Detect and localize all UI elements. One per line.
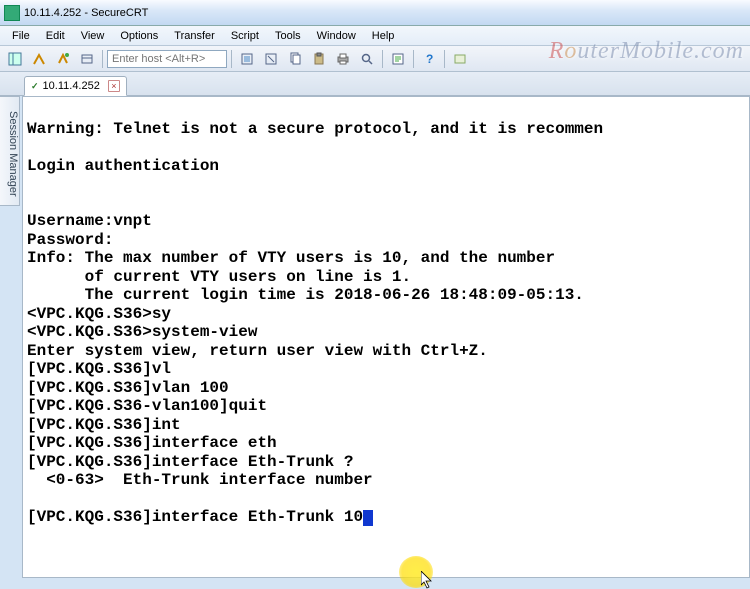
terminal-output[interactable]: Warning: Telnet is not a secure protocol… <box>23 97 749 531</box>
menubar: File Edit View Options Transfer Script T… <box>0 26 750 46</box>
copy-button[interactable] <box>284 49 306 69</box>
terminal-pane[interactable]: Warning: Telnet is not a secure protocol… <box>22 96 750 578</box>
paste-button[interactable] <box>308 49 330 69</box>
session-manager-button[interactable] <box>4 49 26 69</box>
menu-view[interactable]: View <box>73 28 113 44</box>
toggle-button[interactable] <box>449 49 471 69</box>
session-manager-sidebar[interactable]: Session Manager <box>0 96 20 206</box>
menu-tools[interactable]: Tools <box>267 28 309 44</box>
quick-connect-button[interactable] <box>52 49 74 69</box>
toolbar-separator <box>382 50 383 68</box>
find-button[interactable] <box>356 49 378 69</box>
menu-file[interactable]: File <box>4 28 38 44</box>
tab-label: 10.11.4.252 <box>43 80 100 92</box>
window-title: 10.11.4.252 - SecureCRT <box>24 7 148 19</box>
toolbar-separator <box>444 50 445 68</box>
terminal-cursor <box>363 510 373 526</box>
menu-edit[interactable]: Edit <box>38 28 73 44</box>
connect-button[interactable] <box>28 49 50 69</box>
host-input[interactable] <box>107 50 227 68</box>
app-icon <box>4 5 20 21</box>
connect-bar-button[interactable] <box>76 49 98 69</box>
svg-text:?: ? <box>426 52 433 66</box>
window-titlebar: 10.11.4.252 - SecureCRT <box>0 0 750 26</box>
cursor-highlight-icon <box>399 556 433 588</box>
session-tab[interactable]: ✓ 10.11.4.252 × <box>24 76 127 96</box>
toolbar: ? <box>0 46 750 72</box>
toolbar-separator <box>102 50 103 68</box>
tabbar: ✓ 10.11.4.252 × <box>0 72 750 96</box>
toolbar-separator <box>413 50 414 68</box>
menu-script[interactable]: Script <box>223 28 267 44</box>
toolbar-separator <box>231 50 232 68</box>
menu-help[interactable]: Help <box>364 28 403 44</box>
print-button[interactable] <box>332 49 354 69</box>
reconnect-button[interactable] <box>236 49 258 69</box>
properties-button[interactable] <box>387 49 409 69</box>
help-button[interactable]: ? <box>418 49 440 69</box>
menu-options[interactable]: Options <box>112 28 166 44</box>
terminal-prompt-line[interactable]: [VPC.KQG.S36]interface Eth-Trunk 10 <box>27 508 363 526</box>
close-tab-button[interactable]: × <box>108 80 120 92</box>
menu-window[interactable]: Window <box>309 28 364 44</box>
disconnect-button[interactable] <box>260 49 282 69</box>
menu-transfer[interactable]: Transfer <box>166 28 223 44</box>
status-connected-icon: ✓ <box>31 81 39 92</box>
